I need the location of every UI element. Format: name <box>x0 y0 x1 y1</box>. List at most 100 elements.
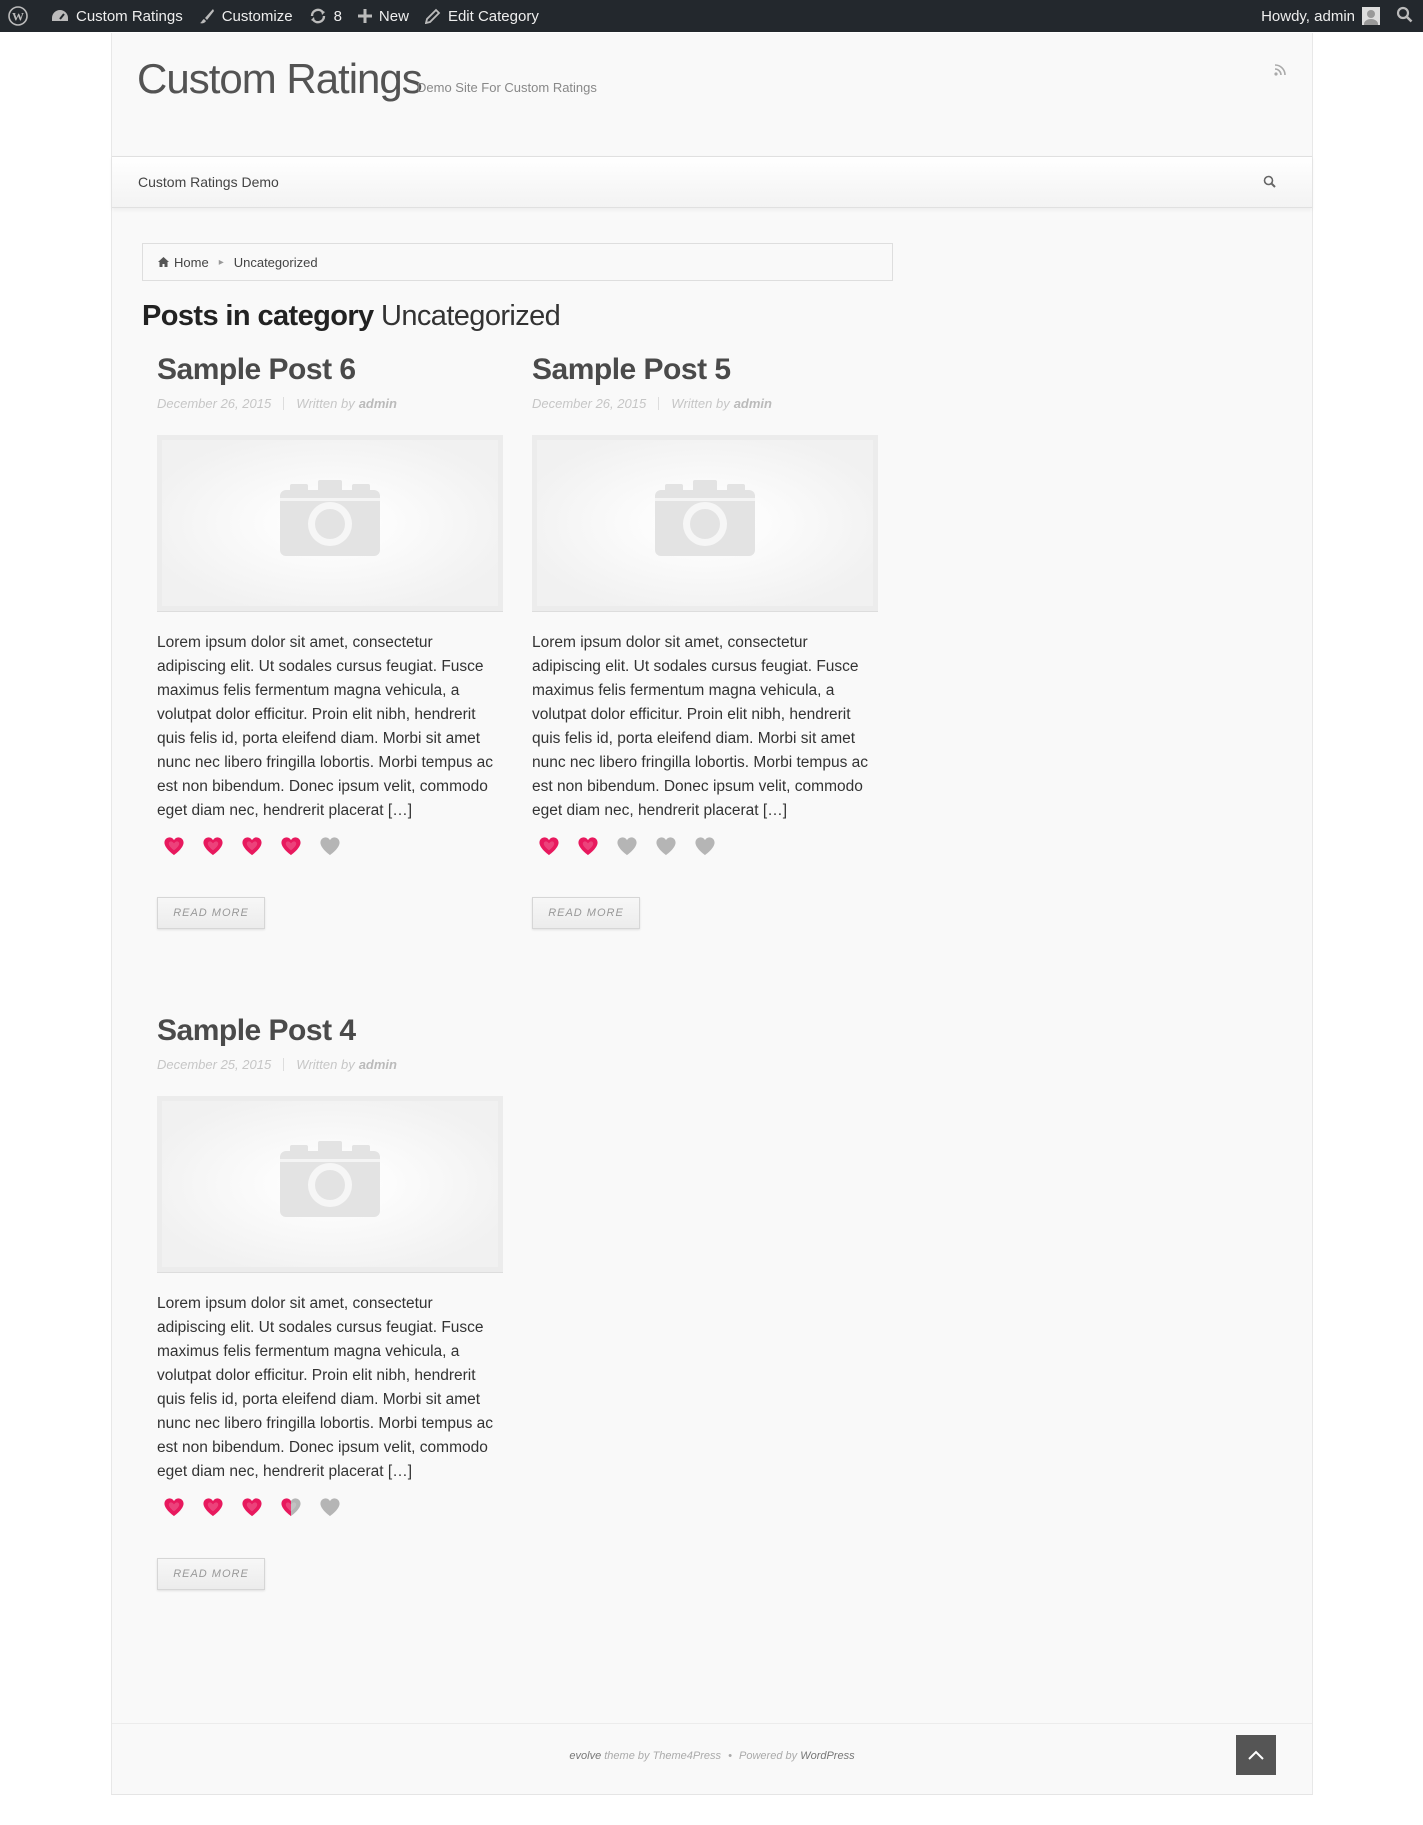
camera-icon <box>655 480 755 556</box>
footer-theme-by: theme by <box>604 1750 650 1762</box>
post-thumbnail[interactable] <box>157 435 503 611</box>
plus-icon <box>357 9 372 23</box>
heart-icon[interactable] <box>240 835 264 857</box>
dashboard-icon <box>51 8 69 24</box>
post-thumbnail[interactable] <box>157 1096 503 1272</box>
heart-icon[interactable] <box>693 835 717 857</box>
home-icon <box>158 257 169 267</box>
camera-icon <box>280 1141 380 1217</box>
new-content-button[interactable]: New <box>350 0 417 32</box>
new-label: New <box>378 7 409 25</box>
site-name-label: Custom Ratings <box>76 7 183 25</box>
heart-icon[interactable] <box>162 835 186 857</box>
site-tagline: Demo Site For Custom Ratings <box>417 80 597 95</box>
read-more-button[interactable]: READ MORE <box>532 897 640 929</box>
update-icon <box>309 7 327 25</box>
post-date: December 25, 2015 <box>157 1057 272 1072</box>
heart-icon[interactable] <box>279 1496 303 1518</box>
heart-icon[interactable] <box>201 835 225 857</box>
post-title[interactable]: Sample Post 5 <box>532 353 878 387</box>
post-author[interactable]: admin <box>734 396 772 411</box>
meta-divider <box>283 1058 285 1071</box>
customize-label: Customize <box>221 7 293 25</box>
meta-divider <box>283 397 285 410</box>
search-icon <box>1396 6 1413 27</box>
post-date: December 26, 2015 <box>532 396 647 411</box>
post-meta: December 25, 2015 Written by admin <box>157 1057 503 1072</box>
post-thumbnail[interactable] <box>532 435 878 611</box>
pencil-icon <box>424 8 441 24</box>
footer-theme-author[interactable]: Theme4Press <box>653 1750 721 1762</box>
post-rating <box>157 1496 503 1518</box>
archive-title-prefix: Posts in category <box>142 300 374 332</box>
footer-powered-by: Powered by <box>739 1750 798 1762</box>
meta-divider <box>658 397 660 410</box>
footer-divider <box>112 1723 1312 1724</box>
read-more-button[interactable]: READ MORE <box>157 897 265 929</box>
archive-title-category: Uncategorized <box>381 300 561 332</box>
post-card: Sample Post 6 December 26, 2015 Written by… <box>157 353 503 929</box>
footer-theme-link[interactable]: evolve <box>569 1750 601 1762</box>
heart-icon[interactable] <box>318 1496 342 1518</box>
heart-icon[interactable] <box>162 1496 186 1518</box>
page-title: Posts in category Uncategorized <box>142 300 561 333</box>
brush-icon <box>199 8 215 24</box>
post-excerpt: Lorem ipsum dolor sit amet, consectetur … <box>157 634 493 819</box>
post-written-by: Written by <box>296 1057 355 1072</box>
svg-text:W: W <box>12 10 24 24</box>
breadcrumb-current[interactable]: Uncategorized <box>234 255 318 270</box>
heart-icon[interactable] <box>201 1496 225 1518</box>
camera-icon <box>280 480 380 556</box>
post-excerpt: Lorem ipsum dolor sit amet, consectetur … <box>157 1295 493 1480</box>
heart-icon[interactable] <box>279 835 303 857</box>
site-title[interactable]: Custom Ratings <box>137 55 423 103</box>
edit-category-label: Edit Category <box>447 7 539 25</box>
post-title[interactable]: Sample Post 6 <box>157 353 503 387</box>
nav-item-custom-ratings-demo[interactable]: Custom Ratings Demo <box>138 174 279 190</box>
wordpress-logo-button[interactable]: W <box>0 0 43 32</box>
page-container: Custom Ratings Demo Site For Custom Rati… <box>111 33 1313 1795</box>
post-meta: December 26, 2015 Written by admin <box>157 396 503 411</box>
post-written-by: Written by <box>671 396 730 411</box>
heart-icon[interactable] <box>318 835 342 857</box>
breadcrumb-home[interactable]: Home <box>158 255 209 270</box>
post-card: Sample Post 5 December 26, 2015 Written by… <box>532 353 878 929</box>
site-name-menu[interactable]: Custom Ratings <box>43 0 191 32</box>
post-author[interactable]: admin <box>359 1057 397 1072</box>
breadcrumb-home-label: Home <box>174 254 209 270</box>
read-more-button[interactable]: READ MORE <box>157 1558 265 1590</box>
updates-count: 8 <box>333 7 342 25</box>
search-icon[interactable] <box>1263 175 1276 193</box>
back-to-top-button[interactable] <box>1236 1735 1276 1775</box>
heart-icon[interactable] <box>537 835 561 857</box>
footer-wordpress-link[interactable]: WordPress <box>800 1750 854 1762</box>
wordpress-icon: W <box>8 6 28 26</box>
post-written-by: Written by <box>296 396 355 411</box>
post-meta: December 26, 2015 Written by admin <box>532 396 878 411</box>
post-rating <box>157 835 503 857</box>
post-card: Sample Post 4 December 25, 2015 Written by… <box>157 1014 503 1590</box>
breadcrumb-separator-icon: ▸ <box>218 256 224 268</box>
avatar <box>1362 7 1380 25</box>
heart-icon[interactable] <box>240 1496 264 1518</box>
rss-icon[interactable] <box>1274 63 1286 81</box>
customize-button[interactable]: Customize <box>191 0 301 32</box>
post-rating <box>532 835 878 857</box>
updates-button[interactable]: 8 <box>301 0 350 32</box>
arrow-up-icon <box>1248 1750 1264 1760</box>
heart-icon[interactable] <box>615 835 639 857</box>
main-navigation: Custom Ratings Demo <box>112 156 1312 208</box>
howdy-label: Howdy, admin <box>1261 7 1355 25</box>
post-title[interactable]: Sample Post 4 <box>157 1014 503 1048</box>
post-author[interactable]: admin <box>359 396 397 411</box>
footer-dot: • <box>728 1750 732 1762</box>
heart-icon[interactable] <box>654 835 678 857</box>
admin-search-button[interactable] <box>1388 0 1423 32</box>
heart-icon[interactable] <box>576 835 600 857</box>
edit-category-button[interactable]: Edit Category <box>417 0 547 32</box>
footer-credits: evolve theme by Theme4Press • Powered by… <box>112 1750 1312 1762</box>
admin-bar: W Custom Ratings Customize 8 New Edit Ca… <box>0 0 1423 32</box>
post-excerpt: Lorem ipsum dolor sit amet, consectetur … <box>532 634 868 819</box>
breadcrumb: Home ▸ Uncategorized <box>142 243 893 281</box>
my-account-menu[interactable]: Howdy, admin <box>1253 0 1388 32</box>
